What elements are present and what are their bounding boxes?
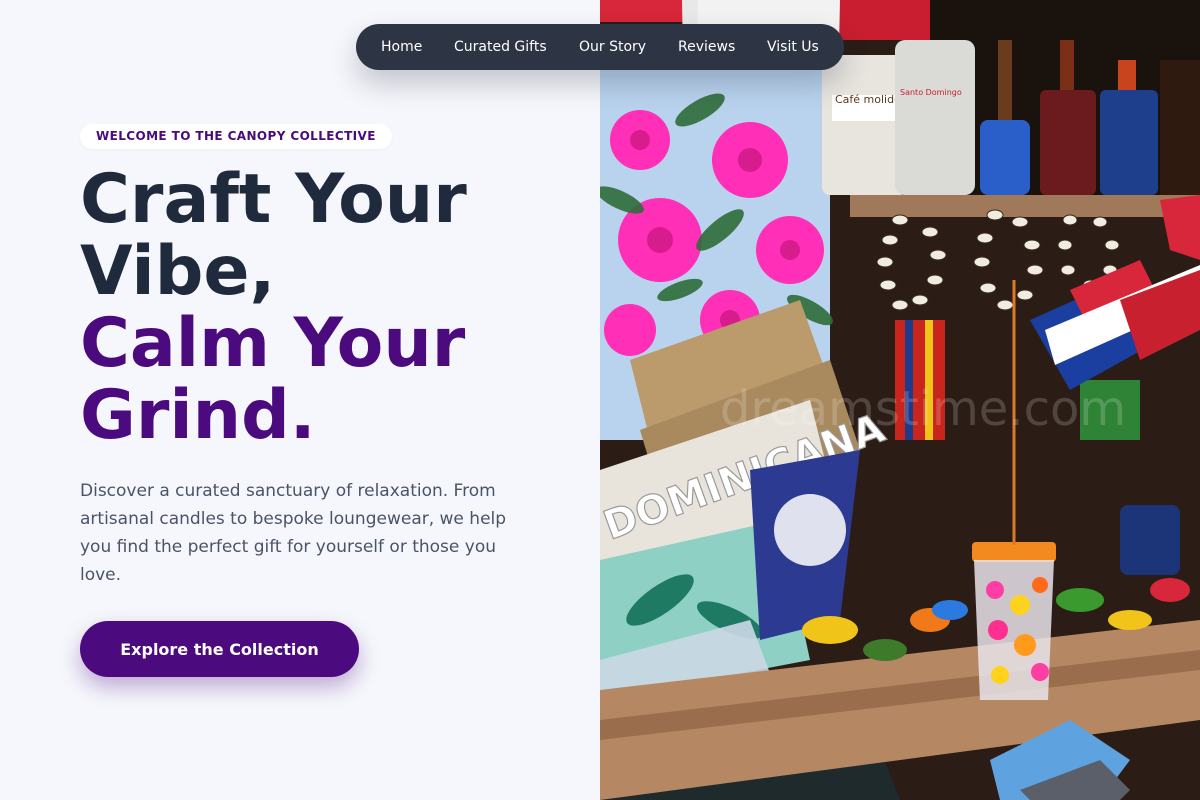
product-label-coffee: Café molido — [835, 93, 901, 106]
headline-line-3: Calm Your — [80, 304, 466, 383]
nav-our-story[interactable]: Our Story — [579, 24, 646, 70]
nav-home[interactable]: Home — [381, 24, 422, 70]
photo-watermark: dreamstime.com — [720, 381, 1126, 437]
nav-visit-us[interactable]: Visit Us — [767, 24, 819, 70]
product-label-santo-domingo: Santo Domingo — [900, 88, 962, 97]
hero-description: Discover a curated sanctuary of relaxati… — [80, 481, 507, 585]
headline-line-2: Vibe, — [80, 232, 276, 311]
hero-image: DOMINICANA Café molido Santo Domingo dre… — [600, 0, 1200, 800]
nav-curated-gifts[interactable]: Curated Gifts — [454, 24, 547, 70]
explore-collection-button[interactable]: Explore the Collection — [80, 621, 359, 677]
hero-headline: Craft Your Vibe, Calm Your Grind. — [80, 164, 600, 452]
welcome-badge: WELCOME TO THE CANOPY COLLECTIVE — [80, 124, 392, 149]
hero-content: WELCOME TO THE CANOPY COLLECTIVE Craft Y… — [0, 0, 600, 800]
nav-reviews[interactable]: Reviews — [678, 24, 735, 70]
top-navigation: Home Curated Gifts Our Story Reviews Vis… — [356, 24, 844, 70]
headline-line-1: Craft Your — [80, 160, 467, 239]
market-stall-photo: DOMINICANA Café molido Santo Domingo dre… — [600, 0, 1200, 800]
headline-line-4: Grind. — [80, 376, 316, 455]
